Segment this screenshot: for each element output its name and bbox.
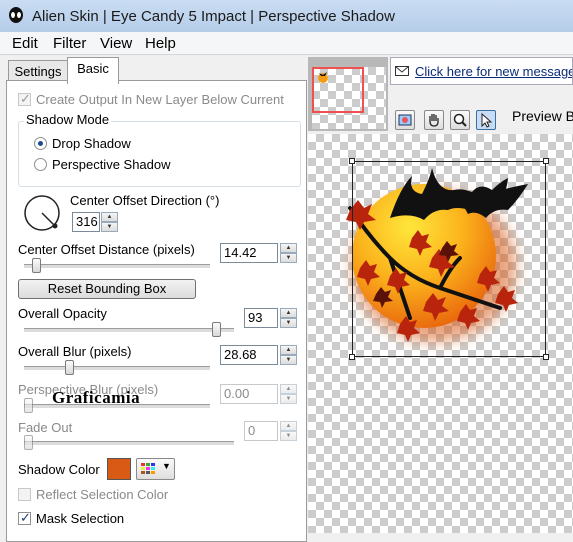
color-grid-icon xyxy=(141,463,155,474)
overall-blur-track xyxy=(24,366,210,371)
fade-out-slider[interactable] xyxy=(24,435,33,450)
window-title: Alien Skin | Eye Candy 5 Impact | Perspe… xyxy=(32,8,395,25)
alien-skin-app-icon xyxy=(9,7,23,23)
checkmark-icon: ✓ xyxy=(20,510,31,525)
spin-down-icon[interactable]: ▼ xyxy=(280,253,297,263)
spin-down-icon[interactable]: ▼ xyxy=(101,222,118,232)
direction-dial[interactable] xyxy=(22,193,62,233)
fade-out-track xyxy=(24,441,234,446)
menu-filter[interactable]: Filter xyxy=(53,35,86,52)
overall-opacity-input[interactable]: 93 xyxy=(244,308,278,328)
center-offset-distance-input[interactable]: 14.42 xyxy=(220,243,278,263)
drop-shadow-radio[interactable] xyxy=(34,137,47,150)
spin-up-icon[interactable]: ▲ xyxy=(280,308,297,318)
zoom-tool-button[interactable] xyxy=(450,110,470,130)
spin-up-icon[interactable]: ▲ xyxy=(280,345,297,355)
graficamia-watermark: Graficamia xyxy=(52,388,141,407)
fade-out-input[interactable]: 0 xyxy=(244,421,278,441)
reflect-selection-checkbox[interactable] xyxy=(18,488,31,501)
spin-down-icon[interactable]: ▼ xyxy=(280,355,297,365)
menu-edit[interactable]: Edit xyxy=(12,35,38,52)
spin-down-icon[interactable]: ▼ xyxy=(280,318,297,328)
bbox-handle-bottom-left[interactable] xyxy=(349,354,355,360)
title-bar: Alien Skin | Eye Candy 5 Impact | Perspe… xyxy=(0,0,573,32)
zoom-icon xyxy=(453,113,467,127)
pointer-icon xyxy=(481,112,493,128)
shadow-mode-title: Shadow Mode xyxy=(24,112,112,127)
message-banner: Click here for new messages xyxy=(390,57,573,85)
reset-bounding-box-button[interactable]: Reset Bounding Box xyxy=(18,279,196,299)
navigator-icon xyxy=(398,114,412,126)
preview-label: Preview B xyxy=(512,108,573,124)
navigator-tool-button[interactable] xyxy=(395,110,415,130)
menu-bar: Edit Filter View Help xyxy=(0,32,573,55)
overall-blur-input[interactable]: 28.68 xyxy=(220,345,278,365)
overall-opacity-track xyxy=(24,328,234,333)
color-palette-dropdown[interactable]: ▼ xyxy=(136,458,175,480)
overall-opacity-spinner[interactable]: ▲ ▼ xyxy=(280,308,297,328)
radio-selected-dot xyxy=(38,141,43,146)
perspective-shadow-label: Perspective Shadow xyxy=(52,157,171,172)
center-offset-direction-input[interactable]: 316 xyxy=(72,212,100,232)
spin-up-icon[interactable]: ▲ xyxy=(280,243,297,253)
bbox-handle-bottom-right[interactable] xyxy=(543,354,549,360)
chevron-down-icon: ▼ xyxy=(162,461,171,471)
perspective-blur-input[interactable]: 0.00 xyxy=(220,384,278,404)
envelope-icon xyxy=(395,66,409,76)
shadow-color-label: Shadow Color xyxy=(18,462,100,477)
overall-opacity-slider[interactable] xyxy=(212,322,221,337)
bounding-box[interactable] xyxy=(352,161,546,357)
center-offset-distance-track xyxy=(24,264,210,269)
shadow-mode-group xyxy=(18,121,301,187)
checkmark-icon: ✓ xyxy=(20,91,31,106)
create-output-checkbox[interactable]: ✓ xyxy=(18,91,31,106)
tab-basic[interactable]: Basic xyxy=(67,57,119,84)
perspective-blur-slider[interactable] xyxy=(24,398,33,413)
center-offset-direction-label: Center Offset Direction (°) xyxy=(70,193,220,208)
hand-tool-button[interactable] xyxy=(424,110,444,130)
overall-opacity-label: Overall Opacity xyxy=(18,306,107,321)
spin-up-icon[interactable]: ▲ xyxy=(280,421,297,431)
shadow-color-swatch[interactable] xyxy=(107,458,131,480)
overall-blur-spinner[interactable]: ▲ ▼ xyxy=(280,345,297,365)
pointer-tool-button[interactable] xyxy=(476,110,496,130)
new-messages-link[interactable]: Click here for new messages xyxy=(415,64,572,79)
create-output-label: Create Output In New Layer Below Current xyxy=(36,92,284,107)
bbox-handle-top-left[interactable] xyxy=(349,158,355,164)
perspective-shadow-radio[interactable] xyxy=(34,158,47,171)
bbox-handle-top-right[interactable] xyxy=(543,158,549,164)
mask-selection-checkbox[interactable]: ✓ xyxy=(18,510,31,525)
overall-blur-slider[interactable] xyxy=(65,360,74,375)
center-offset-distance-label: Center Offset Distance (pixels) xyxy=(18,242,195,257)
overall-blur-label: Overall Blur (pixels) xyxy=(18,344,132,359)
pumpkin-thumbnail-icon xyxy=(318,72,328,83)
spin-down-icon[interactable]: ▼ xyxy=(280,431,297,441)
center-offset-direction-spinner[interactable]: ▲ ▼ xyxy=(101,212,118,232)
fade-out-label: Fade Out xyxy=(18,420,73,435)
spin-down-icon[interactable]: ▼ xyxy=(280,394,297,404)
fade-out-spinner[interactable]: ▲ ▼ xyxy=(280,421,297,441)
hand-icon xyxy=(429,114,439,127)
center-offset-distance-spinner[interactable]: ▲ ▼ xyxy=(280,243,297,263)
menu-help[interactable]: Help xyxy=(145,35,176,52)
menu-view[interactable]: View xyxy=(100,35,132,52)
navigator-panel xyxy=(308,57,388,131)
spin-up-icon[interactable]: ▲ xyxy=(280,384,297,394)
mask-selection-label: Mask Selection xyxy=(36,511,125,526)
drop-shadow-label: Drop Shadow xyxy=(52,136,131,151)
perspective-blur-spinner[interactable]: ▲ ▼ xyxy=(280,384,297,404)
spin-up-icon[interactable]: ▲ xyxy=(101,212,118,222)
center-offset-distance-slider[interactable] xyxy=(32,258,41,273)
reflect-selection-label: Reflect Selection Color xyxy=(36,487,169,502)
